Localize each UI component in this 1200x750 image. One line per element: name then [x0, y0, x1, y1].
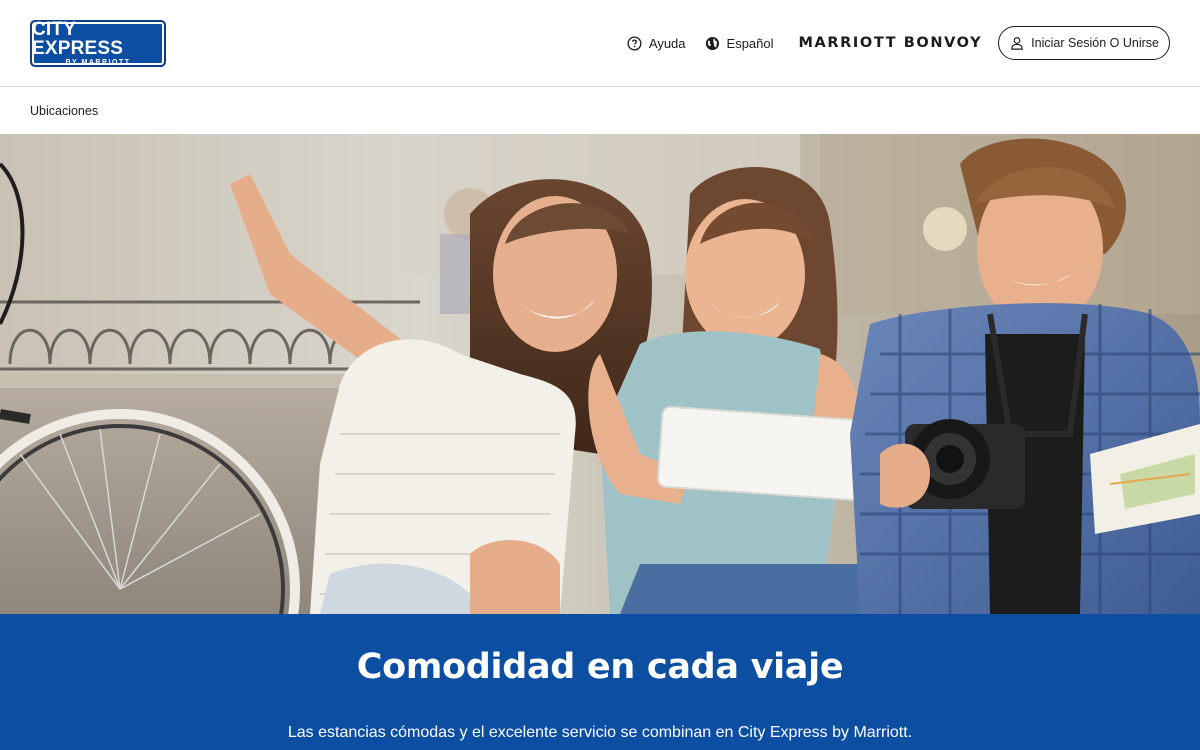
language-label: Español	[726, 35, 774, 51]
help-label: Ayuda	[648, 35, 686, 51]
secondary-nav: Ubicaciones	[0, 87, 1200, 134]
help-link[interactable]: Ayuda	[627, 36, 686, 51]
site-header: CITY EXPRESS BY MARRIOTT Ayuda Español M…	[0, 0, 1200, 87]
city-express-logo[interactable]: CITY EXPRESS BY MARRIOTT	[30, 18, 166, 67]
marriott-bonvoy-logo[interactable]: MARRIOTT BONVOY	[799, 35, 983, 51]
logo-main-text: CITY EXPRESS	[32, 18, 124, 59]
help-circle-icon	[627, 35, 642, 51]
hero-image	[0, 134, 1200, 614]
signin-label: Iniciar Sesión O Unirse	[1031, 36, 1159, 50]
language-selector[interactable]: Español	[705, 36, 774, 51]
header-actions: Ayuda Español MARRIOTT BONVOY Iniciar Se…	[627, 26, 1170, 60]
banner-text: Las estancias cómodas y el excelente ser…	[287, 724, 913, 741]
hero-banner: Comodidad en cada viaje Las estancias có…	[0, 614, 1200, 750]
user-icon	[1011, 37, 1023, 50]
signin-button[interactable]: Iniciar Sesión O Unirse	[998, 26, 1170, 60]
hero-photo	[0, 134, 1200, 614]
locations-link[interactable]: Ubicaciones	[30, 104, 98, 118]
banner-title: Comodidad en cada viaje	[356, 647, 844, 687]
logo-sub-text: BY MARRIOTT	[65, 58, 131, 66]
globe-icon	[705, 36, 719, 50]
